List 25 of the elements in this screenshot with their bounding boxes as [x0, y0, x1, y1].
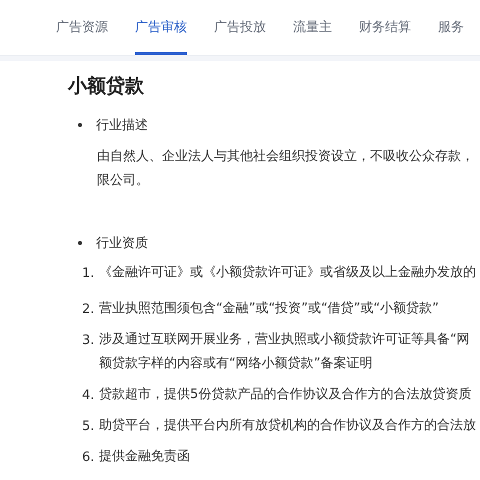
paragraph-line: 限公司。: [97, 172, 150, 190]
bullet-icon: [78, 241, 82, 245]
list-item-text: 营业执照范围须包含“金融”或“投资”或“借贷”或“小额贷款”: [99, 300, 439, 318]
list-item-text: 《金融许可证》或《小额贷款许可证》或省级及以上金融办发放的: [99, 264, 476, 282]
page-title: 小额贷款: [68, 74, 145, 99]
list-item-text: 贷款超市，提供5份贷款产品的合作协议及合作方的合法放贷资质: [99, 386, 472, 404]
nav-tab[interactable]: 服务: [438, 0, 464, 55]
list-item-text: 涉及通过互联网开展业务，营业执照或小额贷款许可证等具备“网: [99, 331, 470, 349]
list-item-text: 提供金融免责函: [99, 448, 190, 466]
list-number: 4.: [82, 387, 96, 405]
list-number: 5.: [82, 418, 96, 436]
paragraph-line: 由自然人、企业法人与其他社会组织投资设立，不吸收公众存款，: [97, 148, 475, 166]
list-item-text: 助贷平台，提供平台内所有放贷机构的合作协议及合作方的合法放: [99, 417, 476, 435]
nav-tab[interactable]: 流量主: [293, 0, 332, 55]
list-number: 2.: [82, 301, 96, 319]
list-item-text: 额贷款字样的内容或有“网络小额贷款”备案证明: [99, 355, 374, 373]
nav-tab[interactable]: 广告投放: [214, 0, 266, 55]
list-number: 1.: [82, 265, 96, 283]
section-heading: 行业资质: [96, 235, 148, 252]
nav-tab[interactable]: 广告资源: [56, 0, 108, 55]
list-number: 6.: [82, 449, 96, 467]
list-number: 3.: [82, 332, 96, 350]
section-heading: 行业描述: [96, 117, 148, 134]
bullet-icon: [78, 123, 82, 127]
nav-tab[interactable]: 财务结算: [359, 0, 411, 55]
